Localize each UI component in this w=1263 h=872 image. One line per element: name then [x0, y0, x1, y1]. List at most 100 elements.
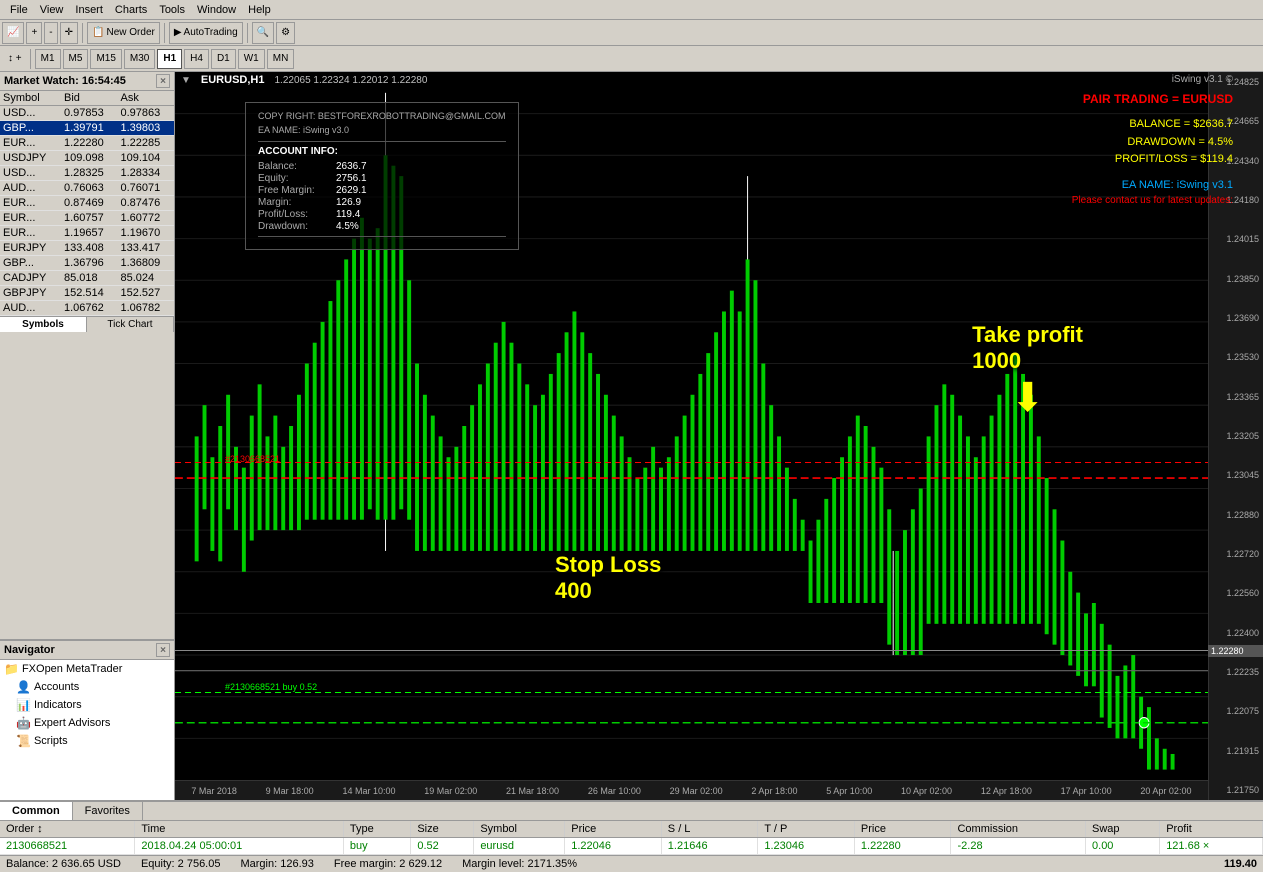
market-watch-row[interactable]: USD... 1.28325 1.28334 — [0, 166, 174, 181]
zoom-out-btn[interactable]: - — [44, 22, 57, 44]
market-watch-row[interactable]: EUR... 1.19657 1.19670 — [0, 226, 174, 241]
menu-tools[interactable]: Tools — [153, 2, 191, 18]
autotrading-icon: ▶ — [174, 27, 182, 38]
market-watch-row[interactable]: EUR... 1.22280 1.22285 — [0, 136, 174, 151]
take-profit-arrow: ⬇ — [972, 375, 1083, 421]
market-watch-row[interactable]: CADJPY 85.018 85.024 — [0, 271, 174, 286]
bottom-panel: Common Favorites Order ↕ Time Type Size … — [0, 800, 1263, 855]
mw-ask: 85.024 — [117, 271, 174, 286]
price-label: 1.22400 — [1211, 628, 1261, 638]
drawdown-label: Drawdown: — [258, 221, 328, 232]
tf-d1[interactable]: D1 — [211, 49, 236, 69]
market-watch-close[interactable]: × — [156, 74, 170, 88]
time-label: 9 Mar 18:00 — [266, 786, 314, 796]
market-watch-table: Symbol Bid Ask USD... 0.97853 0.97863 GB… — [0, 91, 174, 316]
mw-symbol: USDJPY — [0, 151, 61, 166]
time-scale: 7 Mar 20189 Mar 18:0014 Mar 10:0019 Mar … — [175, 780, 1208, 800]
mw-tab-symbols[interactable]: Symbols — [0, 317, 87, 332]
mw-ask: 152.527 — [117, 286, 174, 301]
market-watch-row[interactable]: AUD... 1.06762 1.06782 — [0, 301, 174, 316]
mw-bid: 133.408 — [61, 241, 118, 256]
green-line-label: #2130668521 buy 0.52 — [225, 682, 317, 692]
margin-label: Margin: — [258, 197, 328, 208]
equity-row: Equity: 2756.1 — [258, 173, 506, 184]
copyright-text: COPY RIGHT: BESTFOREXROBOTTRADING@GMAIL.… — [258, 111, 506, 121]
search-btn[interactable]: 🔍 — [252, 22, 274, 44]
market-watch-row[interactable]: EURJPY 133.408 133.417 — [0, 241, 174, 256]
mw-tab-tick-chart[interactable]: Tick Chart — [87, 317, 174, 332]
zoom-in-btn[interactable]: + — [26, 22, 42, 44]
menubar: File View Insert Charts Tools Window Hel… — [0, 0, 1263, 20]
profit-loss-row: Profit/Loss: 119.4 — [258, 209, 506, 220]
tf-h1[interactable]: H1 — [157, 49, 182, 69]
mw-col-bid: Bid — [61, 91, 118, 106]
tab-common[interactable]: Common — [0, 802, 73, 820]
nav-fxopen[interactable]: 📁 FXOpen MetaTrader — [0, 660, 174, 678]
scripts-icon: 📜 — [16, 734, 31, 748]
red-line-order-id: #2130668521 — [225, 454, 280, 464]
menu-help[interactable]: Help — [242, 2, 277, 18]
navigator-close[interactable]: × — [156, 643, 170, 657]
mw-ask: 1.39803 — [117, 121, 174, 136]
market-watch-row[interactable]: AUD... 0.76063 0.76071 — [0, 181, 174, 196]
col-size: Size — [411, 821, 474, 838]
orders-table: Order ↕ Time Type Size Symbol Price S / … — [0, 821, 1263, 855]
mw-symbol: EUR... — [0, 226, 61, 241]
balance-value: 2636.7 — [336, 161, 367, 172]
autotrading-btn[interactable]: ▶ AutoTrading — [169, 22, 243, 44]
nav-indicators[interactable]: 📊 Indicators — [0, 696, 174, 714]
pair-trading: PAIR TRADING = EURUSD — [1072, 92, 1233, 106]
market-watch-tabs: Symbols Tick Chart — [0, 316, 174, 332]
order-row[interactable]: 2130668521 2018.04.24 05:00:01 buy 0.52 … — [0, 838, 1263, 855]
take-profit-text: Take profit 1000 — [972, 322, 1083, 375]
divider2 — [258, 236, 506, 237]
tf-h4[interactable]: H4 — [184, 49, 209, 69]
mw-symbol: EUR... — [0, 136, 61, 151]
order-symbol: eurusd — [474, 838, 565, 855]
new-order-btn[interactable]: 📋 New Order — [87, 22, 160, 44]
price-label: 1.23365 — [1211, 392, 1261, 402]
settings-btn[interactable]: ⚙ — [276, 22, 295, 44]
mw-ask: 1.36809 — [117, 256, 174, 271]
tf-w1[interactable]: W1 — [238, 49, 265, 69]
nav-expert-advisors[interactable]: 🤖 Expert Advisors — [0, 714, 174, 732]
mw-bid: 1.60757 — [61, 211, 118, 226]
nav-accounts[interactable]: 👤 Accounts — [0, 678, 174, 696]
mw-bid: 1.28325 — [61, 166, 118, 181]
tf-m1[interactable]: M1 — [35, 49, 61, 69]
order-price-current: 1.22280 — [854, 838, 951, 855]
tf-m15[interactable]: M15 — [90, 49, 121, 69]
time-label: 5 Apr 10:00 — [826, 786, 872, 796]
col-symbol: Symbol — [474, 821, 565, 838]
market-watch-row[interactable]: GBP... 1.39791 1.39803 — [0, 121, 174, 136]
chart-area[interactable]: ▼ EURUSD,H1 1.22065 1.22324 1.22012 1.22… — [175, 72, 1263, 800]
balance-info: BALANCE = $2636.7 DRAWDOWN = 4.5% PROFIT… — [1072, 116, 1233, 169]
mw-col-symbol: Symbol — [0, 91, 61, 106]
current-price-line — [175, 650, 1208, 651]
mw-bid: 109.098 — [61, 151, 118, 166]
nav-scripts[interactable]: 📜 Scripts — [0, 732, 174, 750]
menu-window[interactable]: Window — [191, 2, 242, 18]
mw-symbol: USD... — [0, 166, 61, 181]
menu-charts[interactable]: Charts — [109, 2, 153, 18]
tf-m30[interactable]: M30 — [124, 49, 155, 69]
menu-insert[interactable]: Insert — [69, 2, 109, 18]
crosshair-btn[interactable]: ✛ — [60, 22, 78, 44]
market-watch-row[interactable]: GBP... 1.36796 1.36809 — [0, 256, 174, 271]
market-watch-row[interactable]: GBPJPY 152.514 152.527 — [0, 286, 174, 301]
tp-line1: Take profit — [972, 322, 1083, 347]
menu-view[interactable]: View — [34, 2, 70, 18]
market-watch-row[interactable]: USDJPY 109.098 109.104 — [0, 151, 174, 166]
market-watch-row[interactable]: EUR... 0.87469 0.87476 — [0, 196, 174, 211]
time-label: 19 Mar 02:00 — [424, 786, 477, 796]
market-watch-row[interactable]: EUR... 1.60757 1.60772 — [0, 211, 174, 226]
market-watch-row[interactable]: USD... 0.97853 0.97863 — [0, 106, 174, 121]
order-size: 0.52 — [411, 838, 474, 855]
tab-favorites[interactable]: Favorites — [73, 802, 143, 820]
tf-mn[interactable]: MN — [267, 49, 295, 69]
new-chart-btn[interactable]: 📈 — [2, 22, 24, 44]
mw-symbol: GBP... — [0, 256, 61, 271]
tf-m5[interactable]: M5 — [63, 49, 89, 69]
col-type: Type — [343, 821, 410, 838]
menu-file[interactable]: File — [4, 2, 34, 18]
